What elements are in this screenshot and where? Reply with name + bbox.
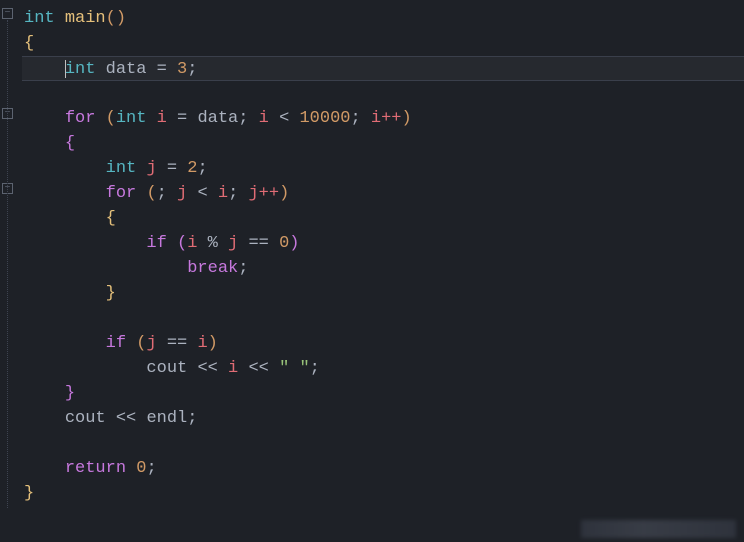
number-literal: 3	[177, 60, 187, 79]
identifier-data: data	[106, 60, 147, 79]
identifier-ipp: i++	[371, 109, 402, 128]
code-line[interactable]	[22, 81, 744, 106]
code-line[interactable]: if (i % j == 0)	[22, 231, 744, 256]
code-line[interactable]: return 0;	[22, 456, 744, 481]
code-line[interactable]: cout << endl;	[22, 406, 744, 431]
rparen: )	[116, 9, 126, 28]
code-line[interactable]: {	[22, 131, 744, 156]
code-line[interactable]: int j = 2;	[22, 156, 744, 181]
number-literal: 10000	[299, 109, 350, 128]
identifier-cout: cout	[146, 359, 187, 378]
code-line[interactable]: break;	[22, 256, 744, 281]
identifier-j: j	[146, 159, 156, 178]
fold-guide	[7, 20, 8, 508]
code-line[interactable]: for (; j < i; j++)	[22, 181, 744, 206]
code-line[interactable]: }	[22, 281, 744, 306]
keyword-int: int	[24, 9, 55, 28]
fold-marker[interactable]	[2, 8, 13, 19]
identifier-endl: endl	[146, 409, 187, 428]
code-line[interactable]: }	[22, 381, 744, 406]
lparen: (	[106, 9, 116, 28]
keyword-return: return	[65, 459, 126, 478]
status-bar-blurred	[581, 520, 736, 538]
code-line[interactable]: for (int i = data; i < 10000; i++)	[22, 106, 744, 131]
keyword-int: int	[65, 60, 96, 79]
code-line[interactable]	[22, 431, 744, 456]
function-main: main	[65, 9, 106, 28]
code-area[interactable]: int main() { int data = 3; for (int i = …	[18, 0, 744, 542]
lbrace: {	[24, 34, 34, 53]
code-line[interactable]: {	[22, 206, 744, 231]
identifier-i: i	[157, 109, 167, 128]
code-line[interactable]: }	[22, 481, 744, 506]
string-literal: " "	[279, 359, 310, 378]
keyword-if: if	[146, 234, 166, 253]
code-line[interactable]: cout << i << " ";	[22, 356, 744, 381]
code-line[interactable]: int main()	[22, 6, 744, 31]
code-line[interactable]	[22, 306, 744, 331]
keyword-for: for	[65, 109, 96, 128]
fold-gutter	[0, 0, 18, 542]
code-editor[interactable]: int main() { int data = 3; for (int i = …	[0, 0, 744, 542]
keyword-break: break	[187, 259, 238, 278]
code-line[interactable]: {	[22, 31, 744, 56]
code-line[interactable]: if (j == i)	[22, 331, 744, 356]
code-line-current[interactable]: int data = 3;	[22, 56, 744, 81]
